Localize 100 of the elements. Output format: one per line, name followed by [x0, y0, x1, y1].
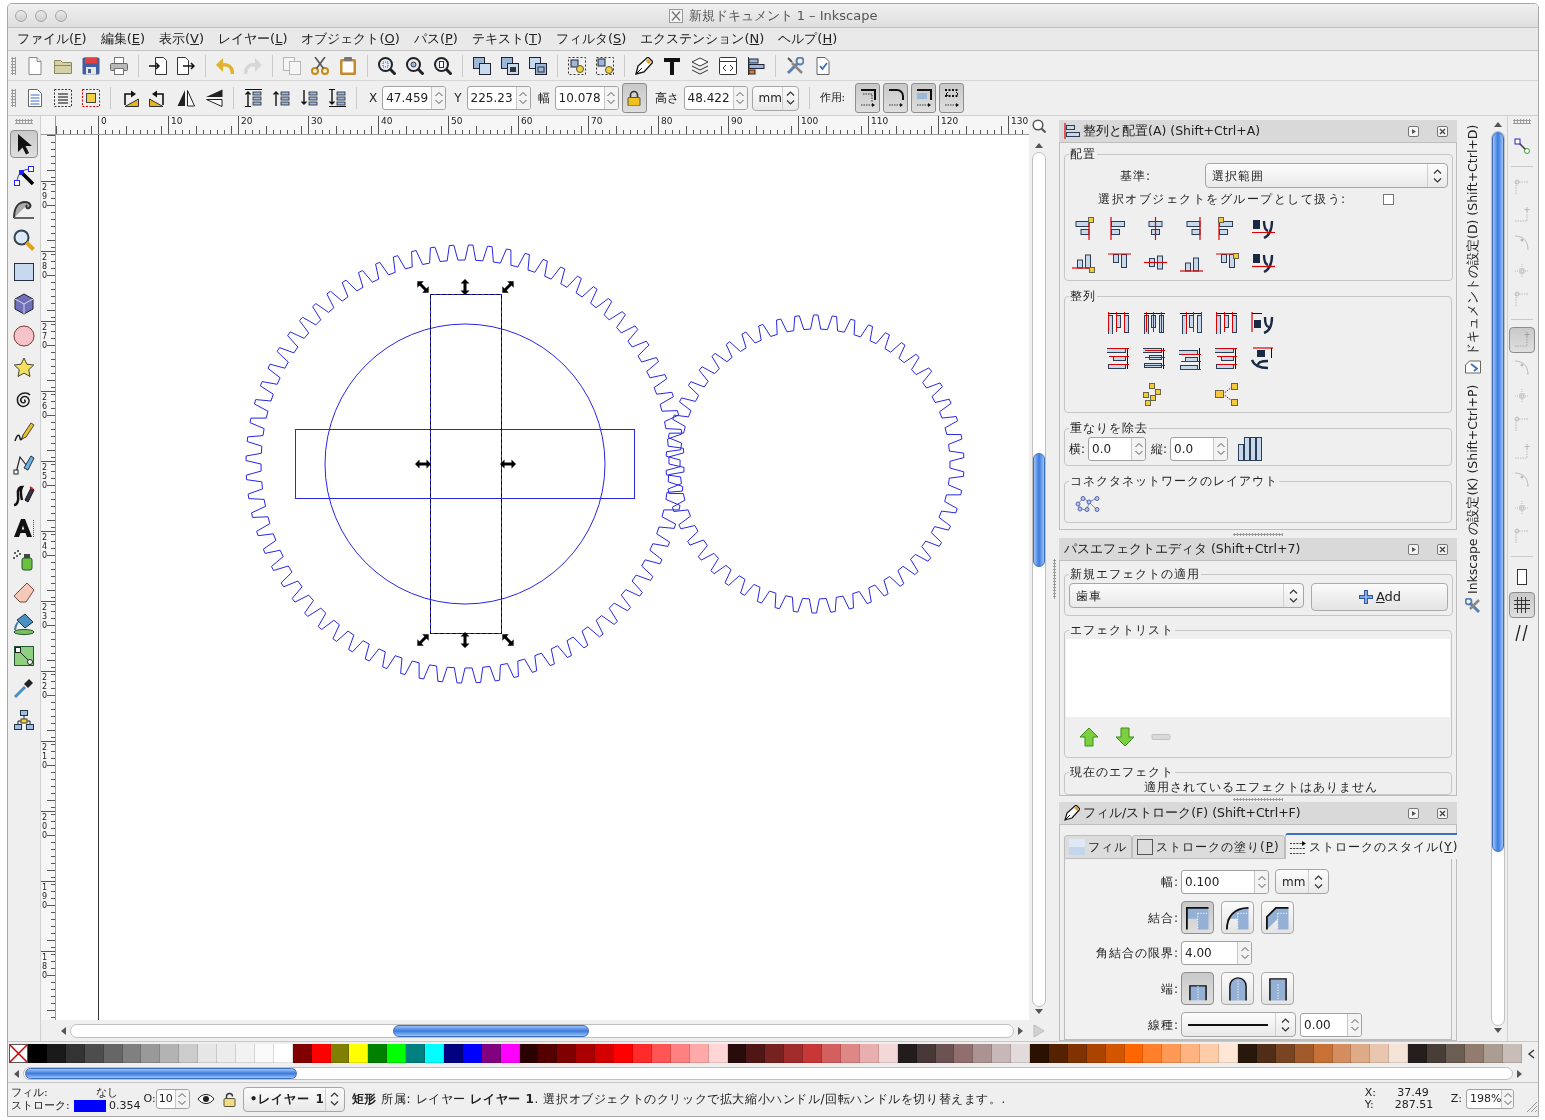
iconify-icon[interactable]	[1408, 543, 1419, 555]
up-arrow-icon[interactable]	[1079, 727, 1099, 747]
scale-handle[interactable]	[460, 632, 470, 648]
color-swatch[interactable]	[803, 1044, 823, 1063]
number-field[interactable]: 225.23	[466, 86, 531, 110]
color-swatch[interactable]	[557, 1044, 577, 1063]
color-swatch[interactable]	[387, 1044, 407, 1063]
scroll-arrow-icon[interactable]	[1034, 1007, 1044, 1016]
scale-handle[interactable]	[415, 459, 431, 469]
color-swatch[interactable]	[784, 1044, 804, 1063]
overlapping-squares-icon[interactable]	[473, 56, 491, 75]
layer-dropdown[interactable]: •レイヤー 1	[242, 1086, 345, 1112]
unit-dropdown[interactable]: mm	[1275, 869, 1329, 894]
resize-grip-icon[interactable]	[1526, 1101, 1538, 1113]
scroll-arrow-icon[interactable]	[1515, 1068, 1524, 1079]
toggle-button[interactable]	[1181, 901, 1214, 934]
wrench-screwdriver-icon[interactable]	[786, 56, 804, 75]
scrollbar-track[interactable]	[23, 1067, 1513, 1080]
dash-dropdown[interactable]	[1181, 1012, 1296, 1037]
scrollbar-thumb[interactable]	[1033, 453, 1045, 567]
toolbar-grip[interactable]	[11, 89, 16, 107]
toggle-button[interactable]	[1221, 901, 1254, 934]
color-swatch[interactable]	[28, 1044, 47, 1063]
color-swatch[interactable]	[1389, 1044, 1409, 1063]
text-tool-icon[interactable]	[663, 56, 681, 75]
menu-item[interactable]: エクステンション(N)	[633, 29, 772, 49]
flip-horizontal-icon[interactable]	[177, 89, 195, 107]
chevron-left-icon[interactable]	[1527, 1048, 1535, 1059]
overlapping-squares-icon[interactable]	[529, 56, 547, 75]
scrollbar-track[interactable]	[70, 1023, 1014, 1038]
node-graph-icon[interactable]	[1075, 496, 1100, 512]
pen-icon[interactable]	[635, 56, 653, 75]
dropdown[interactable]: 選択範囲	[1205, 163, 1448, 188]
color-swatch[interactable]	[1162, 1044, 1182, 1063]
selected-rectangle[interactable]	[430, 294, 502, 634]
color-swatch[interactable]	[198, 1044, 218, 1063]
printer-icon[interactable]	[110, 56, 128, 75]
number-field[interactable]: 0.100	[1181, 869, 1269, 894]
zoom-icon[interactable]	[434, 56, 452, 75]
iconify-icon[interactable]	[1408, 125, 1419, 137]
number-field[interactable]: 0.0	[1088, 437, 1147, 461]
tab[interactable]: ストロークの塗り(P)	[1132, 835, 1285, 859]
rectangle-outline[interactable]	[295, 429, 635, 499]
toolbar-grip[interactable]	[11, 56, 16, 75]
grid-icon[interactable]	[1513, 597, 1530, 613]
dropdown[interactable]: 歯車	[1069, 583, 1304, 608]
toolbar-grip[interactable]	[1512, 119, 1531, 124]
menu-item[interactable]: 表示(V)	[152, 29, 212, 49]
scrollbar-track[interactable]	[1491, 131, 1505, 1026]
color-swatch[interactable]	[1427, 1044, 1446, 1063]
color-swatch[interactable]	[160, 1044, 180, 1063]
zoom-icon[interactable]	[1032, 118, 1046, 133]
scale-handle[interactable]	[417, 281, 429, 293]
align-bars-icon[interactable]	[1072, 217, 1095, 240]
gear-outline[interactable]	[245, 244, 685, 684]
scale-handle[interactable]	[460, 279, 470, 295]
color-swatch[interactable]	[765, 1044, 785, 1063]
menu-item[interactable]: テキスト(T)	[464, 29, 549, 49]
color-swatch[interactable]	[1143, 1044, 1163, 1063]
select-all-icon[interactable]	[26, 89, 44, 107]
stroke-swatch[interactable]	[74, 1099, 106, 1112]
color-swatch[interactable]	[1351, 1044, 1371, 1063]
new-document-icon[interactable]	[26, 56, 44, 75]
menu-item[interactable]: 編集(E)	[93, 29, 152, 49]
menu-item[interactable]: ヘルプ(H)	[771, 29, 845, 49]
side-tab[interactable]: Inkscape の設定(K) (Shift+Ctrl+P)	[1462, 379, 1484, 617]
rotate-left-icon[interactable]	[121, 89, 139, 107]
color-swatch[interactable]	[576, 1044, 596, 1063]
scroll-arrow-icon[interactable]	[1034, 141, 1044, 150]
toggle-button[interactable]	[1221, 972, 1254, 1005]
color-swatch[interactable]	[992, 1044, 1012, 1063]
circle-outline[interactable]	[324, 323, 606, 605]
number-field[interactable]: 47.459	[382, 86, 447, 110]
distribute-bars-icon[interactable]	[1143, 347, 1166, 370]
color-swatch[interactable]	[141, 1044, 161, 1063]
lower-to-bottom-icon[interactable]	[328, 89, 346, 107]
distribute-bars-icon[interactable]	[1107, 311, 1130, 334]
menu-item[interactable]: レイヤー(L)	[211, 29, 295, 49]
color-swatch[interactable]	[746, 1044, 766, 1063]
distribute-bars-icon[interactable]	[1179, 347, 1202, 370]
scroll-arrow-icon[interactable]	[1016, 1025, 1025, 1036]
scroll-arrow-icon[interactable]	[1493, 120, 1503, 129]
scrollbar-thumb[interactable]	[25, 1068, 297, 1079]
checkbox[interactable]	[1382, 193, 1394, 205]
color-swatch[interactable]	[1011, 1044, 1031, 1063]
align-bars-icon[interactable]	[747, 56, 765, 75]
overlapping-squares-icon[interactable]	[501, 56, 519, 75]
grouped-shapes-icon[interactable]	[568, 56, 586, 75]
text-baseline-icon[interactable]	[1252, 251, 1275, 274]
raise-icon[interactable]	[272, 89, 290, 107]
number-field[interactable]: 0.00	[1300, 1012, 1362, 1037]
close-icon[interactable]	[1437, 543, 1448, 555]
text-baseline-icon[interactable]	[1252, 217, 1275, 240]
number-field[interactable]: 48.422	[683, 86, 748, 110]
down-arrow-icon[interactable]	[1115, 727, 1135, 747]
vertical-bars-icon[interactable]	[1238, 437, 1263, 461]
color-swatch[interactable]	[349, 1044, 369, 1063]
toggle-button[interactable]	[1181, 972, 1214, 1005]
snap-button[interactable]	[1508, 592, 1535, 618]
menu-item[interactable]: ファイル(F)	[10, 29, 94, 49]
